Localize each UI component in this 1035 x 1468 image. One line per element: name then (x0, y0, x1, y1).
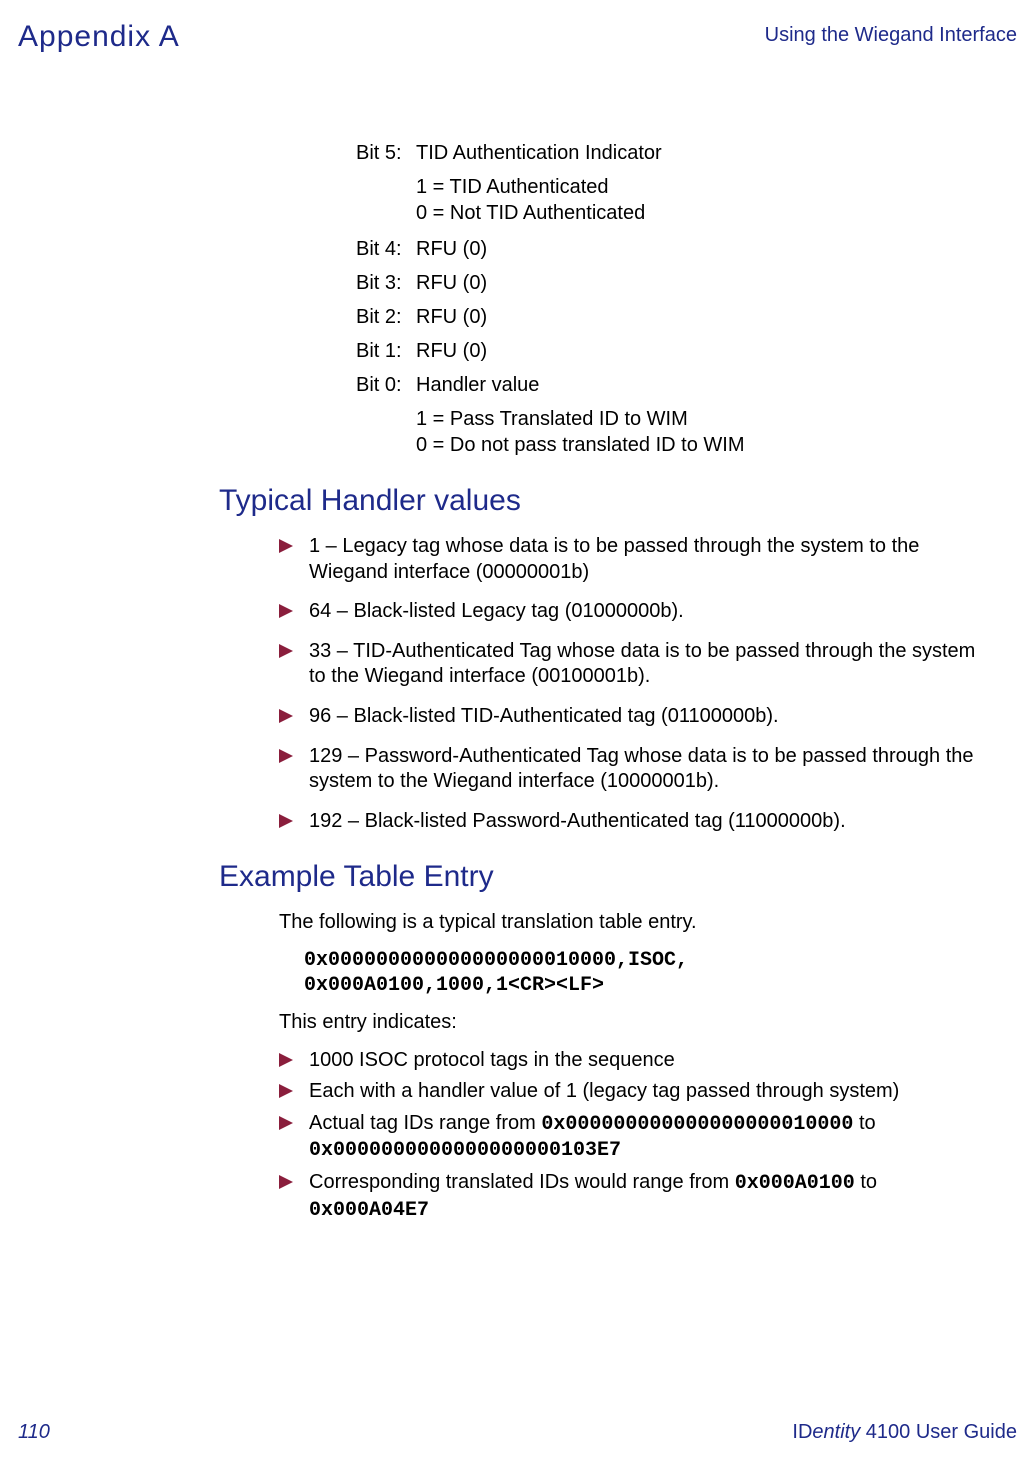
example-code-line2: 0x000A0100,1000,1<CR><LF> (304, 973, 987, 998)
bit-row-0: Bit 0: Handler value (356, 372, 1017, 398)
bullet-arrow-icon (279, 1049, 295, 1075)
bit0-sub-0: 0 = Do not pass translated ID to WIM (416, 432, 1017, 458)
bit2-label: Bit 2: (356, 304, 416, 330)
list-item: 192 – Black-listed Password-Authenticate… (279, 809, 987, 835)
list-text: 1000 ISOC protocol tags in the sequence (309, 1048, 675, 1074)
list-text: 1 – Legacy tag whose data is to be passe… (309, 534, 987, 585)
bit5-sub: 1 = TID Authenticated 0 = Not TID Authen… (416, 174, 1017, 226)
example-code-line1: 0x000000000000000000010000,ISOC, (304, 948, 987, 973)
bit5-sub-0: 0 = Not TID Authenticated (416, 200, 1017, 226)
section-heading-typical: Typical Handler values (219, 484, 1017, 518)
guide-title: IDentity 4100 User Guide (792, 1421, 1017, 1444)
list-text: Corresponding translated IDs would range… (309, 1170, 987, 1223)
bit3-label: Bit 3: (356, 270, 416, 296)
bit5-sub-1: 1 = TID Authenticated (416, 174, 1017, 200)
bullet-arrow-icon (279, 745, 295, 796)
bit4-label: Bit 4: (356, 236, 416, 262)
header-right: Using the Wiegand Interface (765, 24, 1017, 47)
list-text: 129 – Password-Authenticated Tag whose d… (309, 744, 987, 795)
bit1-value: RFU (0) (416, 338, 487, 364)
list-text: Actual tag IDs range from 0x000000000000… (309, 1111, 987, 1164)
bit0-sub: 1 = Pass Translated ID to WIM 0 = Do not… (416, 406, 1017, 458)
example-indicates-list: 1000 ISOC protocol tags in the sequence … (279, 1048, 987, 1224)
bit3-value: RFU (0) (416, 270, 487, 296)
bit0-value: Handler value (416, 372, 539, 398)
appendix-label: Appendix A (18, 20, 180, 54)
bit5-label: Bit 5: (356, 140, 416, 166)
page-footer: 110 IDentity 4100 User Guide (18, 1421, 1017, 1444)
list-item: 96 – Black-listed TID-Authenticated tag … (279, 704, 987, 730)
bit2-value: RFU (0) (416, 304, 487, 330)
bit-row-3: Bit 3: RFU (0) (356, 270, 1017, 296)
bit-table: Bit 5: TID Authentication Indicator 1 = … (356, 140, 1017, 458)
bullet-arrow-icon (279, 1080, 295, 1106)
bit-row-4: Bit 4: RFU (0) (356, 236, 1017, 262)
list-item: 33 – TID-Authenticated Tag whose data is… (279, 639, 987, 690)
bullet-arrow-icon (279, 640, 295, 691)
typical-values-list: 1 – Legacy tag whose data is to be passe… (279, 534, 987, 834)
list-item: 64 – Black-listed Legacy tag (01000000b)… (279, 599, 987, 625)
bullet-arrow-icon (279, 1112, 295, 1165)
bullet-arrow-icon (279, 810, 295, 836)
page-header: Appendix A Using the Wiegand Interface (18, 20, 1017, 54)
list-item: 129 – Password-Authenticated Tag whose d… (279, 744, 987, 795)
bullet-arrow-icon (279, 705, 295, 731)
list-item: Actual tag IDs range from 0x000000000000… (279, 1111, 987, 1164)
bullet-arrow-icon (279, 600, 295, 626)
bullet-arrow-icon (279, 535, 295, 586)
example-intro: The following is a typical translation t… (279, 910, 987, 936)
list-text: 64 – Black-listed Legacy tag (01000000b)… (309, 599, 684, 625)
list-text: 192 – Black-listed Password-Authenticate… (309, 809, 846, 835)
list-item: 1000 ISOC protocol tags in the sequence (279, 1048, 987, 1074)
example-code: 0x000000000000000000010000,ISOC, 0x000A0… (304, 948, 987, 998)
bit-row-5: Bit 5: TID Authentication Indicator (356, 140, 1017, 166)
list-item: 1 – Legacy tag whose data is to be passe… (279, 534, 987, 585)
bit-row-2: Bit 2: RFU (0) (356, 304, 1017, 330)
bit1-label: Bit 1: (356, 338, 416, 364)
list-item: Corresponding translated IDs would range… (279, 1170, 987, 1223)
bit5-value: TID Authentication Indicator (416, 140, 662, 166)
list-text: 96 – Black-listed TID-Authenticated tag … (309, 704, 779, 730)
bit-row-1: Bit 1: RFU (0) (356, 338, 1017, 364)
bit0-label: Bit 0: (356, 372, 416, 398)
section-heading-example: Example Table Entry (219, 860, 1017, 894)
bit4-value: RFU (0) (416, 236, 487, 262)
list-text: Each with a handler value of 1 (legacy t… (309, 1079, 899, 1105)
example-after: This entry indicates: (279, 1010, 987, 1036)
bullet-arrow-icon (279, 1171, 295, 1224)
list-text: 33 – TID-Authenticated Tag whose data is… (309, 639, 987, 690)
page-number: 110 (18, 1421, 50, 1444)
list-item: Each with a handler value of 1 (legacy t… (279, 1079, 987, 1105)
bit0-sub-1: 1 = Pass Translated ID to WIM (416, 406, 1017, 432)
